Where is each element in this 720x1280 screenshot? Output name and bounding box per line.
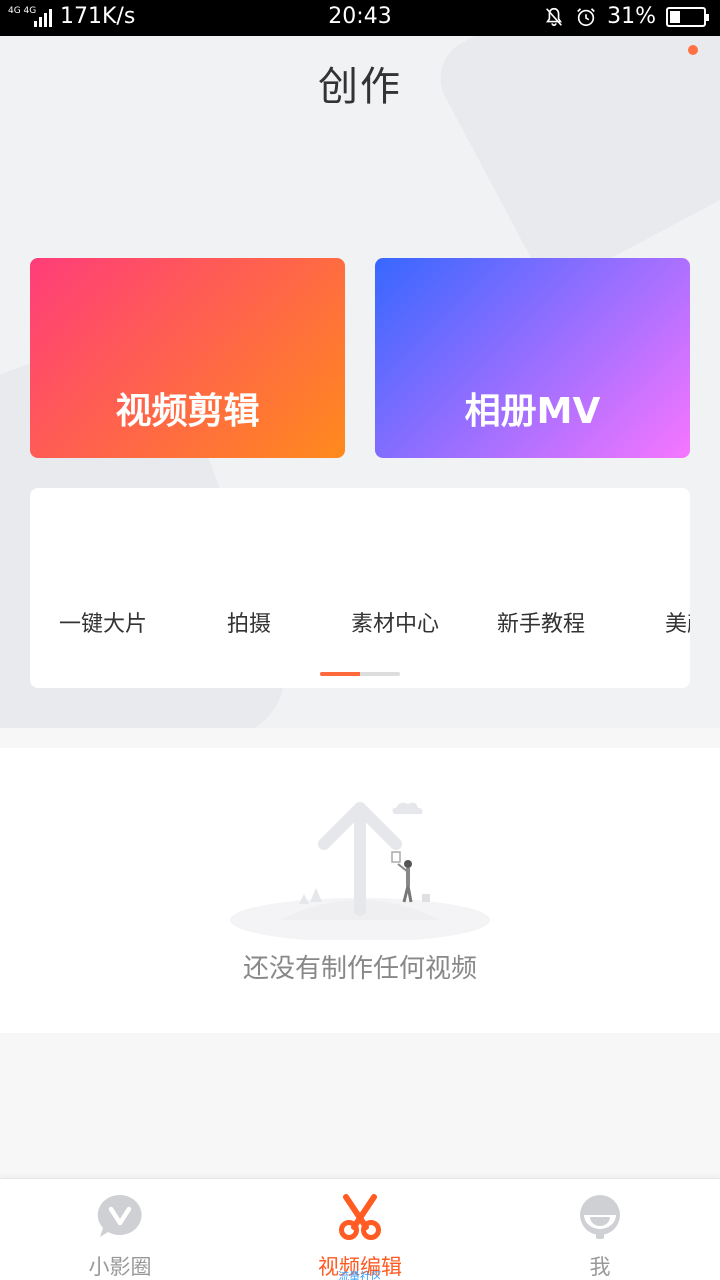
tool-one-click[interactable]: 一键大片 [30, 606, 176, 638]
tools-panel[interactable]: 一键大片 拍摄 素材中心 新手教程 美颜 [30, 488, 690, 688]
nav-tab-community[interactable]: 小影圈 [0, 1179, 240, 1280]
battery-percent: 31% [607, 4, 656, 29]
nav-tab-me[interactable]: 我 [480, 1179, 720, 1280]
alarm-icon [577, 7, 595, 26]
empty-upload-illustration [230, 802, 490, 940]
tools-row: 一键大片 拍摄 素材中心 新手教程 美颜 [30, 606, 690, 638]
empty-message: 还没有制作任何视频 [242, 954, 477, 984]
nav-sublabel: 流量社区 [338, 1270, 382, 1280]
page-title: 创作 [318, 64, 402, 110]
bottom-nav: 小影圈 视频编辑 流量社区 我 [0, 1178, 720, 1280]
profile-icon [580, 1195, 620, 1239]
scissors-icon [339, 1194, 381, 1240]
silent-bell-icon [546, 7, 563, 26]
tool-tutorial[interactable]: 新手教程 [468, 606, 614, 638]
battery-icon [666, 6, 709, 27]
nav-label-me: 我 [589, 1255, 611, 1279]
status-right: 31% [543, 4, 709, 29]
creation-header: 创作 视频剪辑 相册MV 一键大片 拍摄 素材中心 新手教程 美颜 [0, 36, 720, 728]
tool-material-center[interactable]: 素材中心 [322, 606, 468, 638]
video-edit-label: 视频剪辑 [115, 391, 260, 432]
album-mv-card[interactable]: 相册MV [375, 258, 690, 458]
tool-shoot[interactable]: 拍摄 [176, 606, 322, 638]
tools-scroll-thumb [320, 672, 360, 676]
video-edit-card[interactable]: 视频剪辑 [30, 258, 345, 458]
tools-scroll-indicator [320, 672, 400, 676]
v-bubble-icon [97, 1194, 142, 1237]
status-bar: 4G 4G 171K/s 20:43 31% [0, 0, 720, 36]
empty-state: 还没有制作任何视频 [0, 748, 720, 1033]
tool-beauty[interactable]: 美颜 [614, 606, 690, 638]
nav-tab-video-edit[interactable]: 视频编辑 流量社区 [240, 1179, 480, 1280]
nav-label-community: 小影圈 [88, 1255, 152, 1279]
album-mv-label: 相册MV [464, 391, 601, 432]
battery-fill [670, 10, 680, 23]
